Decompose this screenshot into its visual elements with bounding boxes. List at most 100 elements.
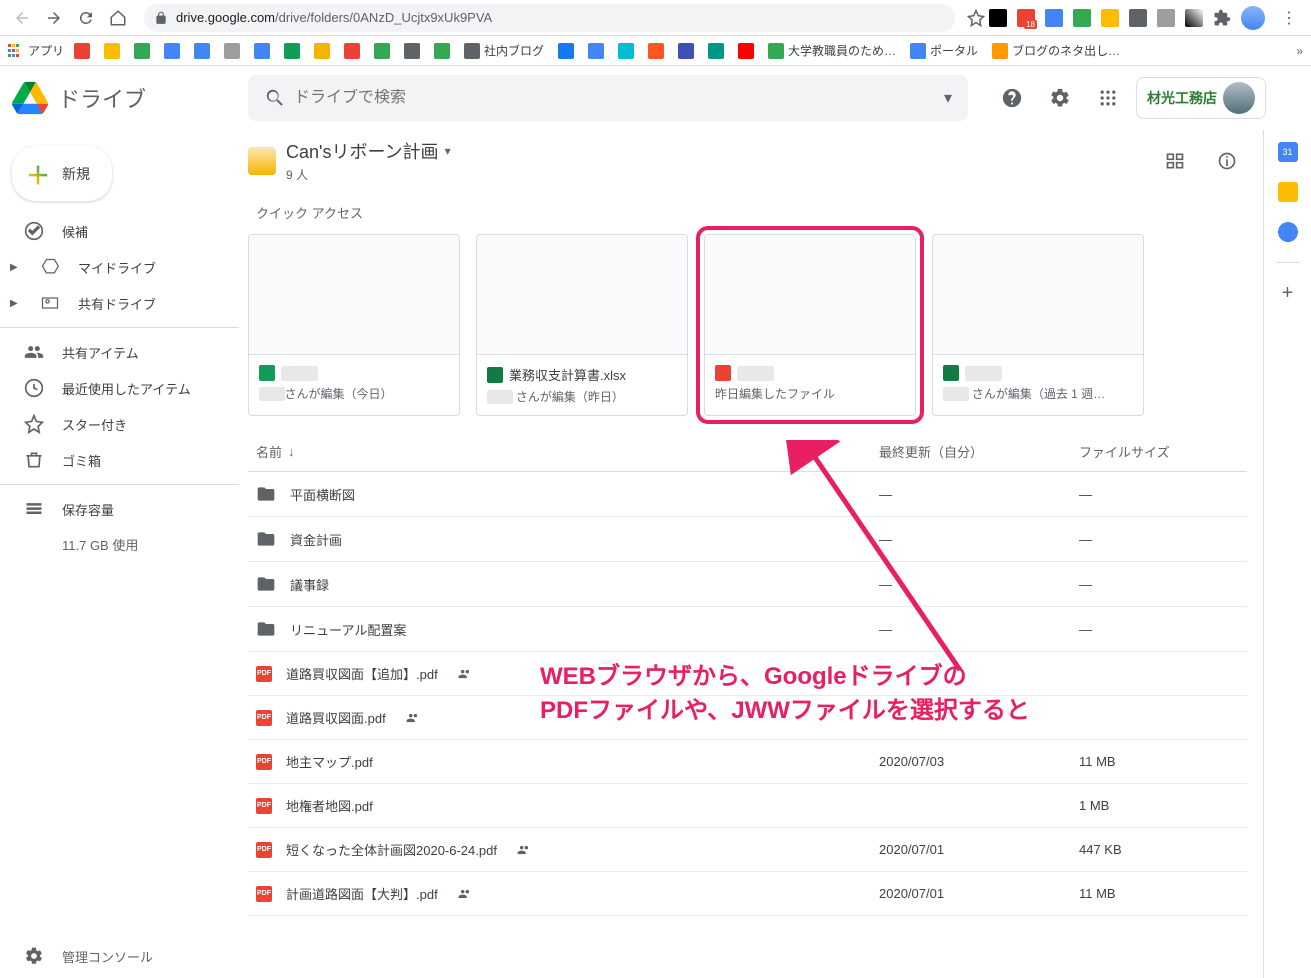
keep-icon[interactable] xyxy=(1278,182,1298,202)
bookmark-item[interactable]: 大学教職員のため… xyxy=(764,40,900,61)
file-row[interactable]: PDF 地権者地図.pdf 1 MB xyxy=(248,784,1247,828)
nav-mydrive[interactable]: ▶ マイドライブ xyxy=(0,249,239,285)
bookmark-item[interactable] xyxy=(190,41,214,61)
tasks-icon[interactable] xyxy=(1278,222,1298,242)
shared-icon xyxy=(406,711,420,725)
bookmark-item[interactable] xyxy=(250,41,274,61)
new-button[interactable]: ＋ 新規 xyxy=(12,146,112,201)
file-row[interactable]: 議事録 — — xyxy=(248,562,1247,607)
ext-icon[interactable] xyxy=(1157,9,1175,27)
bookmark-item[interactable] xyxy=(280,41,304,61)
extensions-puzzle-icon[interactable] xyxy=(1213,9,1231,27)
folder-member-count: 9 人 xyxy=(286,166,451,183)
search-input[interactable] xyxy=(294,89,936,107)
drive-logo[interactable]: ドライブ xyxy=(12,80,240,116)
ext-icon[interactable] xyxy=(1045,9,1063,27)
quick-access-card[interactable]: 業務収支計算書.xlsx ███ さんが編集（昨日） xyxy=(476,234,688,416)
card-thumbnail xyxy=(933,235,1143,355)
file-row[interactable]: PDF 短くなった全体計画図2020-6-24.pdf 2020/07/01 4… xyxy=(248,828,1247,872)
file-row[interactable]: 平面横断図 — — xyxy=(248,472,1247,517)
org-badge[interactable]: 材光工務店 xyxy=(1136,77,1266,119)
address-bar[interactable]: drive.google.com/drive/folders/0ANzD_Ucj… xyxy=(144,4,955,32)
ext-icon[interactable] xyxy=(1129,9,1147,27)
bookmark-item[interactable] xyxy=(160,41,184,61)
bookmark-item[interactable] xyxy=(430,41,454,61)
calendar-icon[interactable]: 31 xyxy=(1278,142,1298,162)
file-row[interactable]: PDF 地主マップ.pdf 2020/07/03 11 MB xyxy=(248,740,1247,784)
folder-title[interactable]: Can'sリボーン計画 ▾ xyxy=(286,138,451,164)
search-icon[interactable] xyxy=(256,79,294,117)
bookmark-item[interactable] xyxy=(130,41,154,61)
nav-starred[interactable]: スター付き xyxy=(0,406,239,442)
card-filename: ████ xyxy=(259,365,449,381)
file-row[interactable]: リニューアル配置案 — — xyxy=(248,607,1247,652)
bookmark-favicon xyxy=(738,43,754,59)
settings-button[interactable] xyxy=(1040,78,1080,118)
bookmark-item[interactable] xyxy=(400,41,424,61)
quick-access-card[interactable]: ████ ███ さんが編集（過去 1 週… xyxy=(932,234,1144,416)
nav-trash[interactable]: ゴミ箱 xyxy=(0,442,239,478)
back-button[interactable] xyxy=(8,4,36,32)
chrome-menu-icon[interactable]: ⋮ xyxy=(1275,8,1303,28)
plus-icon: ＋ xyxy=(26,156,50,191)
bookmark-item[interactable] xyxy=(340,41,364,61)
file-row[interactable]: PDF 計画道路図面【大判】.pdf 2020/07/01 11 MB xyxy=(248,872,1247,916)
file-row[interactable]: PDF 道路買収図面.pdf xyxy=(248,696,1247,740)
bookmark-item[interactable] xyxy=(310,41,334,61)
bookmark-item[interactable]: 社内ブログ xyxy=(460,40,548,61)
profile-avatar[interactable] xyxy=(1241,6,1265,30)
apps-grid-button[interactable] xyxy=(1088,78,1128,118)
home-button[interactable] xyxy=(104,4,132,32)
star-icon[interactable] xyxy=(967,9,985,27)
bookmark-item[interactable] xyxy=(734,41,758,61)
quick-access-card[interactable]: ████ 昨日編集したファイル xyxy=(704,234,916,416)
col-name-header[interactable]: 名前 ↓ xyxy=(256,442,879,461)
bookmark-item[interactable] xyxy=(674,41,698,61)
reload-button[interactable] xyxy=(72,4,100,32)
help-button[interactable] xyxy=(992,78,1032,118)
admin-console-link[interactable]: 管理コンソール xyxy=(24,946,153,966)
info-button[interactable] xyxy=(1207,141,1247,181)
nav-shared[interactable]: 共有アイテム xyxy=(0,334,239,370)
ext-icon[interactable] xyxy=(1101,9,1119,27)
bookmarks-apps-label[interactable]: アプリ xyxy=(28,42,64,59)
nav-recent[interactable]: 最近使用したアイテム xyxy=(0,370,239,406)
file-row[interactable]: 資金計画 — — xyxy=(248,517,1247,562)
ext-icon[interactable] xyxy=(1185,9,1203,27)
file-row[interactable]: PDF 道路買収図面【追加】.pdf xyxy=(248,652,1247,696)
quick-access-card[interactable]: ████ ███さんが編集（今日） xyxy=(248,234,460,416)
bookmark-item[interactable] xyxy=(70,41,94,61)
people-icon xyxy=(24,342,44,362)
bookmark-item[interactable] xyxy=(100,41,124,61)
search-box[interactable]: ▾ xyxy=(248,75,968,121)
bookmark-item[interactable] xyxy=(614,41,638,61)
bookmark-item[interactable]: ブログのネタ出し… xyxy=(988,40,1124,61)
side-panel: 31 + xyxy=(1263,130,1311,978)
ext-icon[interactable] xyxy=(1073,9,1091,27)
bookmarks-overflow-icon[interactable]: » xyxy=(1296,44,1303,58)
ext-icon[interactable] xyxy=(989,9,1007,27)
nav-storage[interactable]: 保存容量 xyxy=(0,491,239,527)
bookmark-item[interactable] xyxy=(644,41,668,61)
bookmark-item[interactable] xyxy=(220,41,244,61)
view-grid-button[interactable] xyxy=(1155,141,1195,181)
bookmark-item[interactable]: ポータル xyxy=(906,40,982,61)
col-size-header[interactable]: ファイルサイズ xyxy=(1079,442,1239,461)
search-options-icon[interactable]: ▾ xyxy=(936,80,960,116)
bookmark-item[interactable] xyxy=(370,41,394,61)
ext-icon[interactable]: 18 xyxy=(1017,9,1035,27)
add-panel-icon[interactable]: + xyxy=(1278,283,1298,303)
pdf-icon: PDF xyxy=(256,842,272,858)
nav-shareddrives[interactable]: ▶ 共有ドライブ xyxy=(0,285,239,321)
col-date-header[interactable]: 最終更新（自分） xyxy=(879,442,1079,461)
apps-icon[interactable] xyxy=(8,44,22,58)
bookmark-item[interactable] xyxy=(704,41,728,61)
nav-candidate[interactable]: 候補 xyxy=(0,213,239,249)
file-size: — xyxy=(1079,577,1239,592)
forward-button[interactable] xyxy=(40,4,68,32)
bookmark-favicon xyxy=(194,43,210,59)
bookmark-favicon xyxy=(104,43,120,59)
bookmark-item[interactable] xyxy=(584,41,608,61)
bookmark-item[interactable] xyxy=(554,41,578,61)
user-avatar[interactable] xyxy=(1223,82,1255,114)
